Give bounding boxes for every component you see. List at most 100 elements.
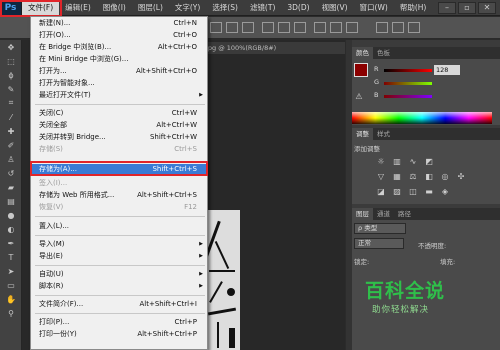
gradient-map-icon[interactable]: ▬: [424, 187, 434, 197]
dodge-tool-icon[interactable]: ◐: [0, 222, 22, 236]
menu-item-revert[interactable]: 恢复(V) F12: [31, 202, 207, 213]
curves-icon[interactable]: ∿: [408, 157, 418, 167]
menu-layer[interactable]: 图层(L): [132, 0, 169, 16]
maximize-button[interactable]: ▫: [458, 2, 476, 14]
gradient-tool-icon[interactable]: ▤: [0, 194, 22, 208]
close-button[interactable]: ✕: [478, 2, 496, 14]
menu-item-export[interactable]: 导出(E) ▶: [31, 251, 207, 262]
menu-item-save-for-web[interactable]: 存储为 Web 所用格式... Alt+Shift+Ctrl+S: [31, 190, 207, 201]
menu-image[interactable]: 图像(I): [97, 0, 132, 16]
menu-item-import[interactable]: 导入(M) ▶: [31, 239, 207, 250]
hue-saturation-icon[interactable]: ▦: [392, 172, 402, 182]
distribute-center-icon[interactable]: [330, 22, 342, 33]
selective-color-icon[interactable]: ◈: [440, 187, 450, 197]
tab-layers[interactable]: 图层: [352, 208, 373, 220]
menu-item-recent-files[interactable]: 最近打开文件(T) ▶: [31, 90, 207, 101]
align-center-icon[interactable]: [226, 22, 238, 33]
menu-item-print-one-copy[interactable]: 打印一份(Y) Alt+Shift+Ctrl+P: [31, 329, 207, 340]
posterize-icon[interactable]: ▨: [392, 187, 402, 197]
red-slider[interactable]: [384, 69, 432, 72]
hand-tool-icon[interactable]: ✋: [0, 292, 22, 306]
levels-icon[interactable]: ▥: [392, 157, 402, 167]
menu-edit[interactable]: 编辑(E): [59, 0, 97, 16]
photo-filter-icon[interactable]: ◎: [440, 172, 450, 182]
distribute-bottom-icon[interactable]: [294, 22, 306, 33]
threshold-icon[interactable]: ◫: [408, 187, 418, 197]
history-brush-tool-icon[interactable]: ↺: [0, 166, 22, 180]
distribute-middle-icon[interactable]: [278, 22, 290, 33]
menu-item-place[interactable]: 置入(L)...: [31, 221, 207, 232]
menu-item-scripts[interactable]: 脚本(R) ▶: [31, 281, 207, 292]
foreground-color-swatch[interactable]: [354, 63, 368, 77]
menu-item-save-as[interactable]: 存储为(A)... Shift+Ctrl+S: [31, 164, 207, 175]
tab-styles[interactable]: 样式: [373, 128, 394, 140]
menu-item-print[interactable]: 打印(P)... Ctrl+P: [31, 317, 207, 328]
distribute-left-icon[interactable]: [314, 22, 326, 33]
stamp-tool-icon[interactable]: ♙: [0, 152, 22, 166]
menu-view[interactable]: 视图(V): [316, 0, 354, 16]
eraser-tool-icon[interactable]: ▰: [0, 180, 22, 194]
pen-tool-icon[interactable]: ✒: [0, 236, 22, 250]
menu-item-new[interactable]: 新建(N)... Ctrl+N: [31, 18, 207, 29]
brightness-icon[interactable]: ☼: [376, 157, 386, 167]
crop-tool-icon[interactable]: ⌗: [0, 96, 22, 110]
menu-item-open[interactable]: 打开(O)... Ctrl+O: [31, 30, 207, 41]
green-slider[interactable]: [384, 82, 432, 85]
3d-mode-icon[interactable]: [376, 22, 388, 33]
menu-type[interactable]: 文字(Y): [169, 0, 206, 16]
menu-help[interactable]: 帮助(H): [394, 0, 433, 16]
menu-item-close-all[interactable]: 关闭全部 Alt+Ctrl+W: [31, 120, 207, 131]
black-white-icon[interactable]: ◧: [424, 172, 434, 182]
tab-channels[interactable]: 通道: [373, 208, 394, 220]
menu-item-close[interactable]: 关闭(C) Ctrl+W: [31, 108, 207, 119]
marquee-tool-icon[interactable]: ⬚: [0, 54, 22, 68]
tab-color[interactable]: 颜色: [352, 47, 373, 59]
path-select-tool-icon[interactable]: ➤: [0, 264, 22, 278]
menu-select[interactable]: 选择(S): [206, 0, 244, 16]
type-tool-icon[interactable]: T: [0, 250, 22, 264]
menu-item-close-go-bridge[interactable]: 关闭并转到 Bridge... Shift+Ctrl+W: [31, 132, 207, 143]
tab-swatches[interactable]: 色板: [373, 47, 394, 59]
lasso-tool-icon[interactable]: ϕ: [0, 68, 22, 82]
quick-select-tool-icon[interactable]: ✎: [0, 82, 22, 96]
minimize-button[interactable]: –: [438, 2, 456, 14]
3d-rotate-icon[interactable]: [392, 22, 404, 33]
menu-window[interactable]: 窗口(W): [354, 0, 394, 16]
color-balance-icon[interactable]: ⚖: [408, 172, 418, 182]
red-value-field[interactable]: 128: [434, 65, 460, 75]
tab-adjustments[interactable]: 调整: [352, 128, 373, 140]
3d-pan-icon[interactable]: [408, 22, 420, 33]
menu-item-automate[interactable]: 自动(U) ▶: [31, 269, 207, 280]
layer-kind-filter[interactable]: ρ 类型: [354, 223, 406, 234]
distribute-right-icon[interactable]: [346, 22, 358, 33]
zoom-tool-icon[interactable]: ⚲: [0, 306, 22, 320]
menu-filter[interactable]: 滤镜(T): [244, 0, 281, 16]
menu-item-browse-bridge[interactable]: 在 Bridge 中浏览(B)... Alt+Ctrl+O: [31, 42, 207, 53]
menu-item-open-as[interactable]: 打开为... Alt+Shift+Ctrl+O: [31, 66, 207, 77]
menu-file[interactable]: 文件(F): [22, 0, 60, 16]
blur-tool-icon[interactable]: ●: [0, 208, 22, 222]
shape-tool-icon[interactable]: ▭: [0, 278, 22, 292]
vibrance-icon[interactable]: ▽: [376, 172, 386, 182]
align-right-icon[interactable]: [242, 22, 254, 33]
menu-bar: Ps 文件(F) 编辑(E) 图像(I) 图层(L) 文字(Y) 选择(S) 滤…: [0, 0, 500, 16]
healing-tool-icon[interactable]: ✚: [0, 124, 22, 138]
menu-item-browse-mini-bridge[interactable]: 在 Mini Bridge 中浏览(G)...: [31, 54, 207, 65]
menu-3d[interactable]: 3D(D): [281, 0, 315, 16]
menu-item-check-in[interactable]: 签入(I)...: [31, 178, 207, 189]
menu-item-save[interactable]: 存储(S) Ctrl+S: [31, 144, 207, 155]
invert-icon[interactable]: ◪: [376, 187, 386, 197]
channel-mixer-icon[interactable]: ✣: [456, 172, 466, 182]
menu-item-file-info[interactable]: 文件简介(F)... Alt+Shift+Ctrl+I: [31, 299, 207, 310]
exposure-icon[interactable]: ◩: [424, 157, 434, 167]
align-left-icon[interactable]: [210, 22, 222, 33]
eyedropper-tool-icon[interactable]: ⁄: [0, 110, 22, 124]
distribute-top-icon[interactable]: [262, 22, 274, 33]
menu-item-open-smart-object[interactable]: 打开为智能对象...: [31, 78, 207, 89]
blue-slider[interactable]: [384, 95, 432, 98]
blend-mode-select[interactable]: 正常: [354, 238, 404, 249]
move-tool-icon[interactable]: ✥: [0, 40, 22, 54]
tab-paths[interactable]: 路径: [394, 208, 415, 220]
document-tab[interactable]: .jpg @ 100%(RGB/8#): [202, 42, 345, 54]
brush-tool-icon[interactable]: ✐: [0, 138, 22, 152]
